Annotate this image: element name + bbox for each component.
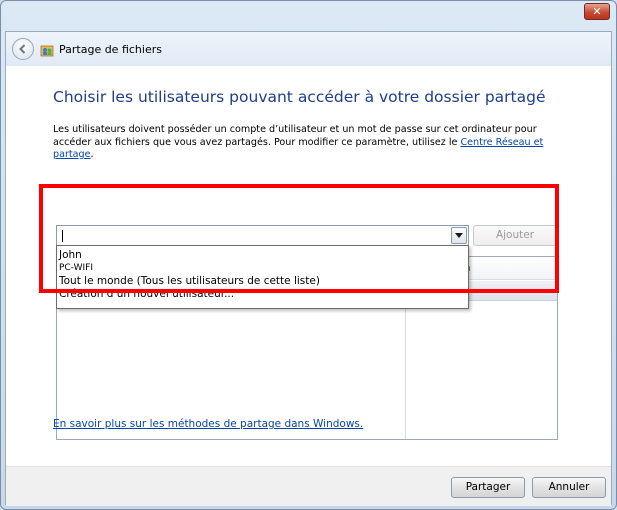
dropdown-item-john[interactable]: John xyxy=(57,249,468,262)
add-button[interactable]: Ajouter xyxy=(473,225,557,246)
client-area: Partage de fichiers Choisir les utilisat… xyxy=(5,31,612,506)
sharing-help-link[interactable]: En savoir plus sur les méthodes de parta… xyxy=(53,418,363,430)
back-button[interactable] xyxy=(12,38,34,60)
page-heading: Choisir les utilisateurs pouvant accéder… xyxy=(53,88,546,106)
share-button[interactable]: Partager xyxy=(451,477,525,498)
combobox-dropdown-button[interactable] xyxy=(451,227,467,244)
description-suffix: . xyxy=(90,149,94,160)
dropdown-item-pc-wifi[interactable]: PC-WIFI xyxy=(57,262,468,275)
close-button[interactable]: ✕ xyxy=(584,3,610,20)
cancel-button[interactable]: Annuler xyxy=(532,477,606,498)
window-title: Partage de fichiers xyxy=(59,43,162,56)
description-text: Les utilisateurs doivent posséder un com… xyxy=(53,124,573,162)
file-sharing-window: ✕ Partage de fichiers Choisir les utilis… xyxy=(0,0,617,510)
sharing-users-icon xyxy=(40,45,54,57)
user-dropdown-list: John PC-WIFI Tout le monde (Tous les uti… xyxy=(56,245,469,309)
title-bar: ✕ xyxy=(1,1,616,33)
dropdown-item-everyone[interactable]: Tout le monde (Tous les utilisateurs de … xyxy=(57,275,468,288)
dropdown-item-new-user[interactable]: Création d’un nouvel utilisateur... xyxy=(57,288,468,301)
text-cursor xyxy=(62,230,63,242)
chevron-down-icon xyxy=(455,232,463,238)
nav-bar: Partage de fichiers xyxy=(6,32,611,66)
footer-bar: Partager Annuler xyxy=(6,466,611,506)
back-arrow-icon xyxy=(19,44,26,54)
user-select-combobox[interactable] xyxy=(56,225,469,246)
